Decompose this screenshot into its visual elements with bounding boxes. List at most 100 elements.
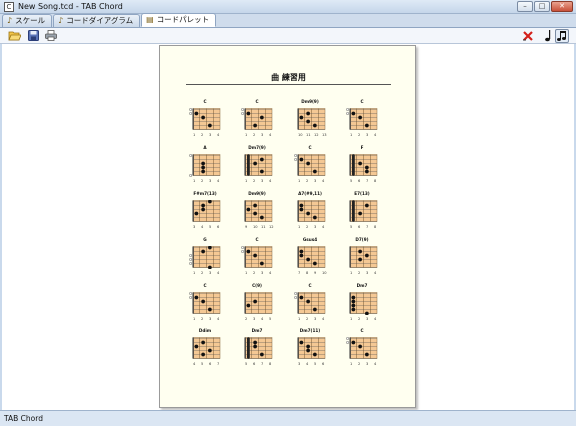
fret-number: 4: [217, 179, 220, 183]
minimize-button[interactable]: –: [517, 1, 533, 12]
tab-scale[interactable]: ♪ スケール: [2, 14, 53, 27]
chord-name: C: [308, 283, 312, 288]
fret-number: 3: [253, 317, 256, 321]
chord-diagram[interactable]: C 1 2 3 4: [185, 99, 225, 141]
chord-diagram[interactable]: Dm9(9) 9 10 11 12: [237, 191, 277, 233]
maximize-button[interactable]: □: [534, 1, 550, 12]
fret-number: 3: [366, 271, 369, 275]
fretboard: [241, 154, 273, 177]
chord-sheet-page: 曲 練習用 C 1 2 3 4 C 1 2 3 4 Dm9(9) 10 11 12 13 C 1 2 3 4 A 1 2 3 4…: [159, 45, 416, 408]
finger-dot: [351, 307, 356, 312]
chord-diagram[interactable]: Ddim 4 5 6 7: [185, 328, 225, 370]
chord-diagram[interactable]: C 1 2 3 4: [342, 99, 382, 141]
fret-number: 4: [201, 225, 204, 229]
chord-diagram[interactable]: C(9) 2 3 4 5: [237, 283, 277, 325]
finger-dot: [351, 303, 356, 308]
finger-dot: [306, 348, 310, 353]
fret-number: 6: [253, 362, 256, 366]
fret-number: 2: [201, 317, 204, 321]
print-icon[interactable]: [44, 30, 57, 42]
finger-dot: [246, 111, 251, 116]
chord-diagram[interactable]: Dm7(11) 3 4 5 6: [290, 328, 330, 370]
chord-diagram[interactable]: A 1 2 3 4: [185, 145, 225, 187]
chord-diagram[interactable]: C 1 2 3 4: [237, 99, 277, 141]
fret-number: 5: [314, 362, 317, 366]
finger-dot: [201, 340, 205, 345]
chord-name: Dm7(9): [248, 145, 266, 150]
chord-diagram[interactable]: Dm7 5 6 7 8: [237, 328, 277, 370]
fret-number: 1: [350, 133, 353, 137]
delete-icon[interactable]: [521, 30, 534, 42]
chord-name: Dm7: [251, 328, 263, 333]
fretboard: [346, 154, 378, 177]
chord-name: D7(9): [355, 237, 369, 242]
finger-dot: [365, 169, 369, 174]
finger-dot: [306, 344, 310, 349]
chord-diagram[interactable]: F#m7(13) 3 4 5 6: [185, 191, 225, 233]
finger-dot: [260, 169, 264, 174]
fret-number: 8: [374, 179, 377, 183]
fret-numbers: 1 2 3 4: [193, 179, 225, 183]
finger-dot: [253, 161, 257, 166]
close-button[interactable]: ✕: [551, 1, 573, 12]
tab-chord-diagram[interactable]: ♪ コードダイアグラム: [53, 14, 141, 27]
chord-diagram[interactable]: Dm7(9) 1 2 3 4: [237, 145, 277, 187]
fret-number: 4: [261, 317, 264, 321]
chord-diagram[interactable]: C 1 2 3 4: [185, 283, 225, 325]
finger-dot: [201, 352, 205, 357]
chord-name: C: [360, 328, 364, 333]
save-icon[interactable]: [27, 30, 40, 42]
chord-diagram[interactable]: F 5 6 7 8: [342, 145, 382, 187]
finger-dot: [358, 115, 362, 120]
note-icon[interactable]: [541, 30, 554, 42]
fret-number: 6: [358, 225, 361, 229]
fret-number: 2: [253, 179, 256, 183]
fret-number: 4: [217, 133, 220, 137]
chord-diagram[interactable]: Gsus4 7 8 9 10: [290, 237, 330, 279]
fret-numbers: 9 10 11 12: [245, 225, 277, 229]
fret-number: 7: [261, 362, 264, 366]
chord-diagram[interactable]: E7(13) 5 6 7 8: [342, 191, 382, 233]
fretboard: [241, 292, 273, 315]
chord-name: F#m7(13): [193, 191, 217, 196]
chord-diagram[interactable]: G 1 2 3 4: [185, 237, 225, 279]
beamed-notes-icon[interactable]: [555, 29, 569, 43]
fretboard: [241, 246, 273, 269]
document-canvas[interactable]: 曲 練習用 C 1 2 3 4 C 1 2 3 4 Dm9(9) 10 11 12 13 C 1 2 3 4 A 1 2 3 4…: [2, 44, 574, 410]
chord-diagram[interactable]: A7(#9,11) 1 2 3 4: [290, 191, 330, 233]
fret-number: 2: [201, 271, 204, 275]
finger-dot: [246, 303, 251, 308]
fret-number: 4: [269, 271, 272, 275]
finger-dot: [253, 203, 257, 208]
chord-name: C: [308, 145, 312, 150]
fretboard: [189, 200, 221, 223]
chord-name: C: [255, 99, 259, 104]
chord-diagram[interactable]: C 1 2 3 4: [237, 237, 277, 279]
finger-dot: [313, 169, 317, 174]
tab-chord-palette[interactable]: ▤ コードパレット: [141, 13, 217, 27]
fretboard: [189, 246, 221, 269]
fret-number: 4: [322, 225, 325, 229]
chord-diagram[interactable]: Dm9(9) 10 11 12 13: [290, 99, 330, 141]
fret-number: 4: [374, 362, 377, 366]
finger-dot: [358, 211, 362, 216]
finger-dot: [194, 111, 199, 116]
open-folder-icon[interactable]: [8, 30, 22, 42]
fret-number: 3: [314, 225, 317, 229]
fret-number: 4: [217, 271, 220, 275]
chord-diagram[interactable]: C 1 2 3 4: [290, 283, 330, 325]
chord-diagram[interactable]: Dm7 1 2 3 4: [342, 283, 382, 325]
fretboard: [346, 337, 378, 360]
chord-diagram[interactable]: C 1 2 3 4: [290, 145, 330, 187]
fret-number: 1: [193, 271, 196, 275]
fret-number: 2: [245, 317, 248, 321]
finger-dot: [351, 111, 356, 116]
finger-dot: [358, 249, 362, 254]
fret-numbers: 1 2 3 4: [298, 225, 330, 229]
fret-number: 3: [209, 133, 212, 137]
chord-name: G: [203, 237, 207, 242]
finger-dot: [201, 169, 205, 174]
chord-diagram[interactable]: C 1 2 3 4: [342, 328, 382, 370]
fret-numbers: 1 2 3 4: [298, 317, 330, 321]
chord-diagram[interactable]: D7(9) 1 2 3 4: [342, 237, 382, 279]
